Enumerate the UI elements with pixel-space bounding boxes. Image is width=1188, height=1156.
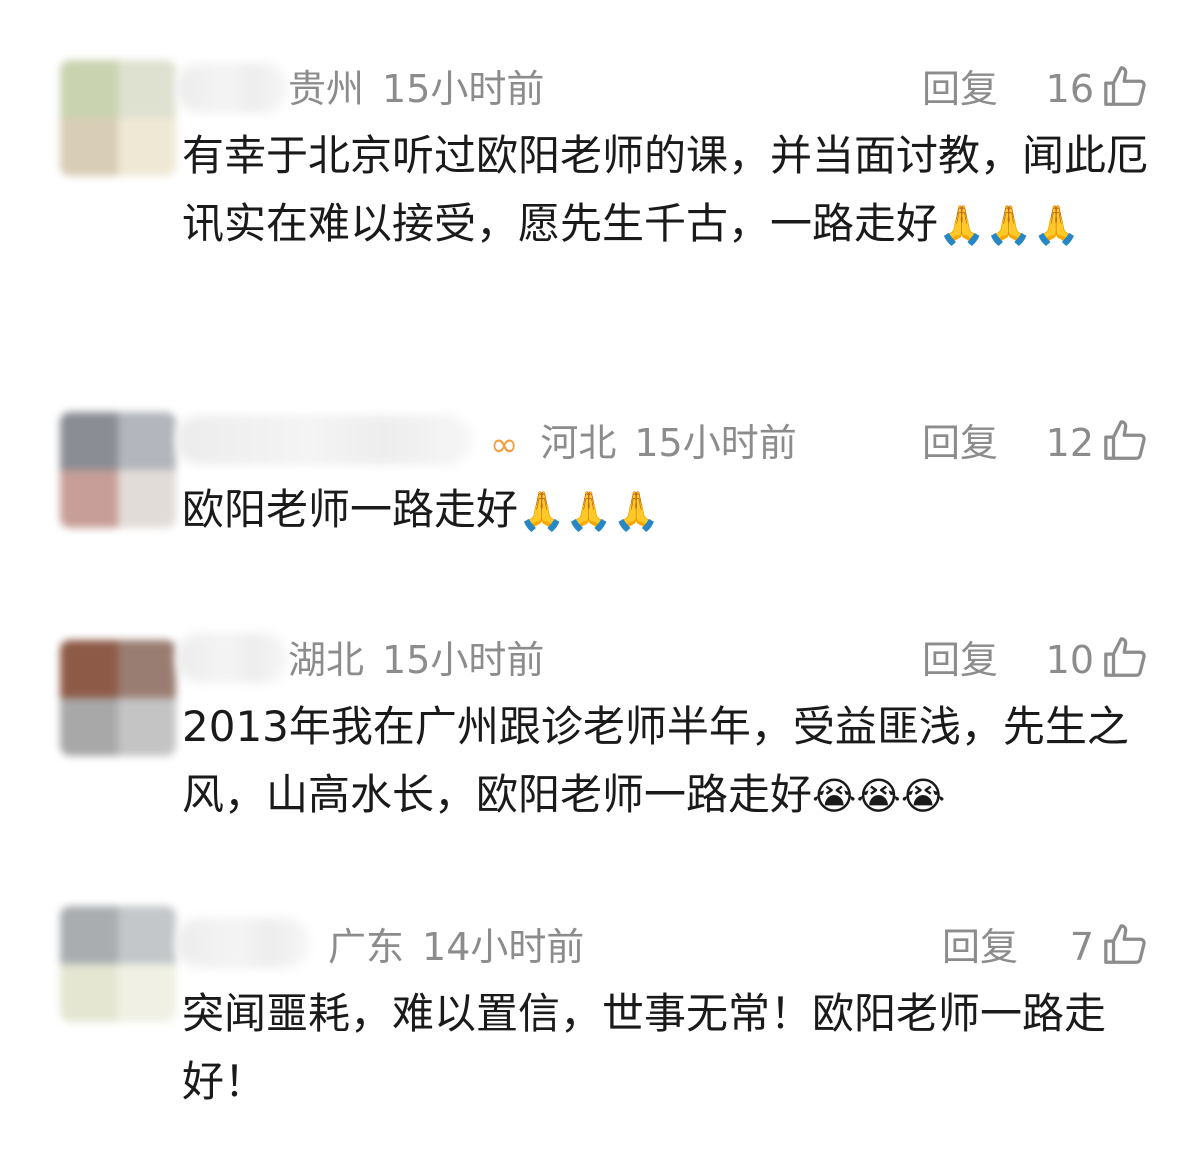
avatar-pixel (118, 470, 176, 528)
like-count[interactable]: 10 (1030, 635, 1094, 685)
reply-button[interactable]: 回复 (922, 635, 998, 685)
thumbs-up-icon[interactable] (1102, 635, 1148, 681)
reply-button[interactable]: 回复 (922, 64, 998, 114)
avatar-pixel (118, 118, 176, 176)
like-count[interactable]: 12 (1030, 418, 1094, 468)
crying-emoji: 😭😭😭 (812, 774, 946, 818)
comment-text: 有幸于北京听过欧阳老师的课，并当面讨教，闻此厄讯实在难以接受，愿先生千古，一路走… (182, 122, 1154, 259)
comment-meta: 贵州 15小时前 (288, 64, 544, 114)
comment-text: 突闻噩耗，难以置信，世事无常！欧阳老师一路走好！ (182, 980, 1154, 1116)
avatar-pixel (60, 60, 118, 118)
avatar-pixel (60, 906, 118, 964)
avatar-pixel (60, 640, 118, 698)
timestamp: 15小时前 (382, 67, 545, 111)
avatar-pixel (118, 906, 176, 964)
avatar-pixel (60, 698, 118, 756)
reply-button[interactable]: 回复 (922, 418, 998, 468)
username-blurred[interactable] (176, 415, 472, 465)
location-label: 贵州 (288, 67, 365, 111)
username-blurred[interactable] (176, 633, 288, 683)
avatar-pixel (60, 964, 118, 1022)
thumbs-up-icon[interactable] (1102, 64, 1148, 110)
comment-body: 欧阳老师一路走好 (182, 485, 519, 534)
thumbs-up-icon[interactable] (1102, 418, 1148, 464)
location-label: 湖北 (288, 638, 365, 682)
avatar[interactable] (60, 906, 176, 1022)
pray-emoji: 🙏🙏🙏 (518, 489, 660, 533)
comment-meta: 湖北 15小时前 (288, 635, 544, 685)
avatar-pixel (60, 118, 118, 176)
avatar[interactable] (60, 60, 176, 176)
avatar-pixel (118, 698, 176, 756)
reply-button[interactable]: 回复 (942, 922, 1018, 972)
avatar-pixel (118, 640, 176, 698)
avatar-pixel (60, 412, 118, 470)
avatar[interactable] (60, 640, 176, 756)
comment-text: 欧阳老师一路走好🙏🙏🙏 (182, 476, 1154, 545)
avatar[interactable] (60, 412, 176, 528)
avatar-pixel (60, 470, 118, 528)
location-label: 广东 (328, 925, 405, 969)
pray-emoji: 🙏🙏🙏 (938, 203, 1080, 247)
username-blurred[interactable] (176, 63, 288, 113)
comment-body: 突闻噩耗，难以置信，世事无常！欧阳老师一路走好！ (182, 989, 1107, 1106)
timestamp: 15小时前 (382, 638, 545, 682)
comment-text: 2013年我在广州跟诊老师半年，受益匪浅，先生之风，山高水长，欧阳老师一路走好😭… (182, 693, 1154, 830)
location-label: 河北 (540, 421, 617, 465)
comment-meta: 广东 14小时前 (328, 922, 584, 972)
avatar-pixel (118, 412, 176, 470)
avatar-pixel (118, 60, 176, 118)
timestamp: 15小时前 (634, 421, 797, 465)
timestamp: 14小时前 (422, 925, 585, 969)
like-count[interactable]: 7 (1040, 922, 1094, 972)
comment-body: 2013年我在广州跟诊老师半年，受益匪浅，先生之风，山高水长，欧阳老师一路走好 (182, 702, 1129, 819)
comment-meta: ∞ 河北 15小时前 (490, 418, 797, 470)
username-blurred[interactable] (176, 918, 310, 968)
vip-badge-icon: ∞ (490, 425, 519, 465)
thumbs-up-icon[interactable] (1102, 922, 1148, 968)
avatar-pixel (118, 964, 176, 1022)
like-count[interactable]: 16 (1030, 64, 1094, 114)
